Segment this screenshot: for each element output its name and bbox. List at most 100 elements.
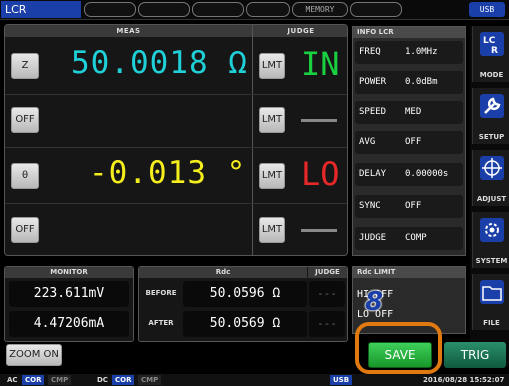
row-divider [5, 147, 347, 148]
file-label: FILE [483, 319, 500, 327]
monitor-panel: MONITOR 223.611mV 4.47206mA [4, 266, 134, 342]
status-ac: AC [7, 376, 18, 384]
info-value: 0.0dBm [405, 77, 438, 87]
info-value: 1.0MHz [405, 47, 438, 57]
rdc-after-value: 50.0569 Ω [183, 311, 307, 337]
top-bar: LCR MEMORY USB [0, 0, 509, 20]
status-usb: USB [330, 375, 353, 385]
meas-value-1: 50.0018 Ω [71, 45, 248, 81]
gear-icon [480, 218, 504, 242]
info-value: OFF [405, 137, 422, 147]
mode-menu-button[interactable]: LC R MODE [472, 26, 509, 82]
info-panel: INFO LCR FREQ 1.0MHz POWER 0.0dBm SPEED MED… [352, 26, 466, 256]
system-menu-button[interactable]: SYSTEM [472, 212, 509, 268]
zoom-button[interactable]: ZOOM ON [6, 344, 62, 366]
status-datetime: 2016/08/28 15:52:07 [423, 376, 505, 384]
status-slot-3 [192, 2, 244, 17]
side-menu: LC R MODE SETUP ADJUST SYSTEM FILE [470, 26, 509, 366]
status-slot-2 [138, 2, 190, 17]
rdc-panel: Rdc JUDGE BEFORE 50.0596 Ω --- AFTER 50.… [138, 266, 348, 342]
rdc-header: Rdc [139, 267, 307, 278]
judge-result-1: IN [301, 45, 340, 83]
status-slot-6 [350, 2, 402, 17]
meas-value-3: -0.013 ° [89, 155, 247, 191]
status-dc-cor: COR [112, 375, 135, 385]
info-row-sync[interactable]: SYNC OFF [355, 195, 463, 218]
info-key: SYNC [359, 201, 381, 211]
info-value: COMP [405, 233, 427, 243]
info-row-freq[interactable]: FREQ 1.0MHz [355, 41, 463, 64]
file-menu-button[interactable]: FILE [472, 274, 509, 330]
info-row-speed[interactable]: SPEED MED [355, 101, 463, 124]
monitor-current: 4.47206mA [9, 311, 129, 337]
info-header: INFO LCR [353, 27, 465, 38]
crosshair-icon [480, 156, 504, 180]
info-key: SPEED [359, 107, 387, 117]
status-dc: DC [97, 376, 108, 384]
meas-row-2: OFF LMT [5, 95, 347, 149]
usb-indicator: USB [469, 2, 505, 17]
judge-empty-2 [301, 119, 337, 122]
param-button-4[interactable]: OFF [11, 217, 39, 243]
limit-button-3[interactable]: LMT [259, 163, 285, 189]
rdc-after-judge: --- [309, 311, 345, 337]
trig-button[interactable]: TRIG [444, 342, 506, 368]
monitor-header: MONITOR [5, 267, 133, 278]
measurement-panel: MEAS JUDGE Z 50.0018 Ω LMT IN OFF LMT θ … [4, 24, 348, 256]
info-row-power[interactable]: POWER 0.0dBm [355, 71, 463, 94]
info-key: AVG [359, 137, 376, 147]
info-row-delay[interactable]: DELAY 0.00000s [355, 163, 463, 186]
info-value: MED [405, 107, 422, 117]
limit-button-2[interactable]: LMT [259, 107, 285, 133]
rdc-before-label: BEFORE [145, 289, 177, 297]
judge-empty-4 [301, 229, 337, 232]
memory-indicator: MEMORY [292, 2, 348, 17]
rdc-before-judge: --- [309, 281, 345, 307]
info-row-judge[interactable]: JUDGE COMP [355, 227, 463, 250]
judge-header: JUDGE [253, 25, 347, 37]
limit-button-4[interactable]: LMT [259, 217, 285, 243]
rdc-judge-header: JUDGE [308, 267, 347, 278]
status-dc-cmp: CMP [138, 375, 162, 385]
limit-button-1[interactable]: LMT [259, 53, 285, 79]
info-row-avg[interactable]: AVG OFF [355, 131, 463, 154]
meas-row-3: θ -0.013 ° LMT LO [5, 149, 347, 203]
lcr-mode-icon: LC R [480, 32, 504, 56]
rdc-before-value: 50.0596 Ω [183, 281, 307, 307]
status-slot-1 [84, 2, 136, 17]
mode-title: LCR [1, 1, 81, 18]
param-button-3[interactable]: θ [11, 163, 39, 189]
info-value: OFF [405, 201, 422, 211]
step-number-callout: 8 [365, 287, 384, 317]
row-divider [5, 203, 347, 204]
svg-text:LC: LC [483, 36, 496, 46]
judge-result-3: LO [301, 155, 340, 193]
status-ac-cor: COR [22, 375, 45, 385]
setup-menu-button[interactable]: SETUP [472, 88, 509, 144]
setup-label: SETUP [478, 133, 505, 141]
meas-row-4: OFF LMT [5, 205, 347, 255]
svg-text:R: R [491, 46, 498, 56]
monitor-voltage: 223.611mV [9, 281, 129, 307]
info-key: POWER [359, 77, 387, 87]
info-key: DELAY [359, 169, 387, 179]
info-value: 0.00000s [405, 169, 449, 179]
adjust-menu-button[interactable]: ADJUST [472, 150, 509, 206]
param-button-2[interactable]: OFF [11, 107, 39, 133]
adjust-label: ADJUST [476, 195, 507, 203]
info-key: JUDGE [359, 233, 387, 243]
save-highlight-ring [355, 322, 442, 374]
folder-icon [480, 280, 504, 304]
meas-row-1: Z 50.0018 Ω LMT IN [5, 39, 347, 93]
param-button-1[interactable]: Z [11, 53, 39, 79]
wrench-icon [480, 94, 504, 118]
status-bar: AC COR CMP DC COR CMP USB 2016/08/28 15:… [0, 374, 509, 386]
system-label: SYSTEM [475, 257, 508, 265]
status-ac-cmp: CMP [48, 375, 72, 385]
info-key: FREQ [359, 47, 381, 57]
mode-label: MODE [479, 71, 504, 79]
meas-header: MEAS [5, 25, 252, 37]
rdc-after-label: AFTER [148, 319, 174, 327]
status-slot-4 [246, 2, 290, 17]
rdc-limit-header: Rdc LIMIT [353, 267, 465, 278]
